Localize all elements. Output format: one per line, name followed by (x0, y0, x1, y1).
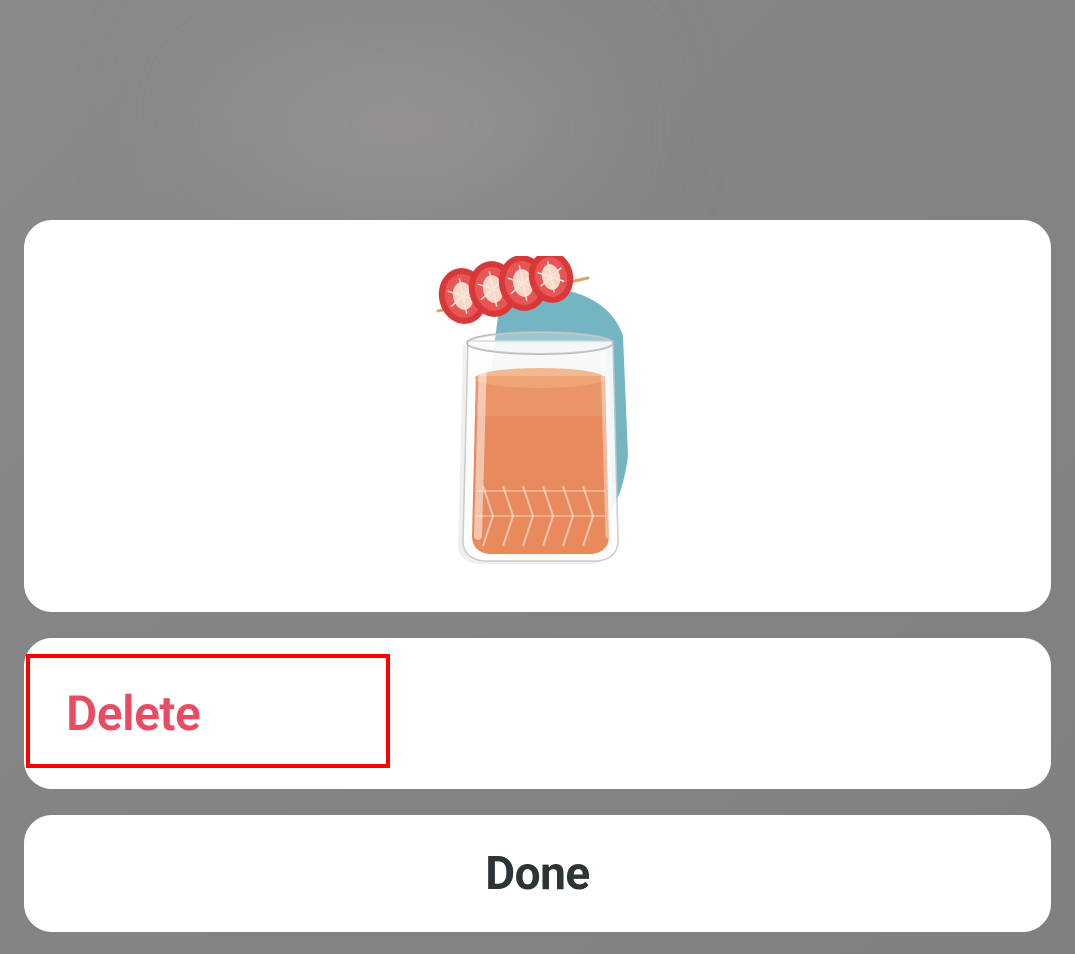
done-card[interactable]: Done (24, 815, 1051, 932)
drink-image (408, 256, 668, 576)
delete-card[interactable]: Delete (24, 638, 1051, 789)
delete-button[interactable]: Delete (24, 685, 200, 742)
action-sheet: Delete Done (24, 220, 1051, 932)
done-button[interactable]: Done (485, 847, 590, 901)
backdrop-blur (150, 0, 650, 250)
preview-card (24, 220, 1051, 612)
